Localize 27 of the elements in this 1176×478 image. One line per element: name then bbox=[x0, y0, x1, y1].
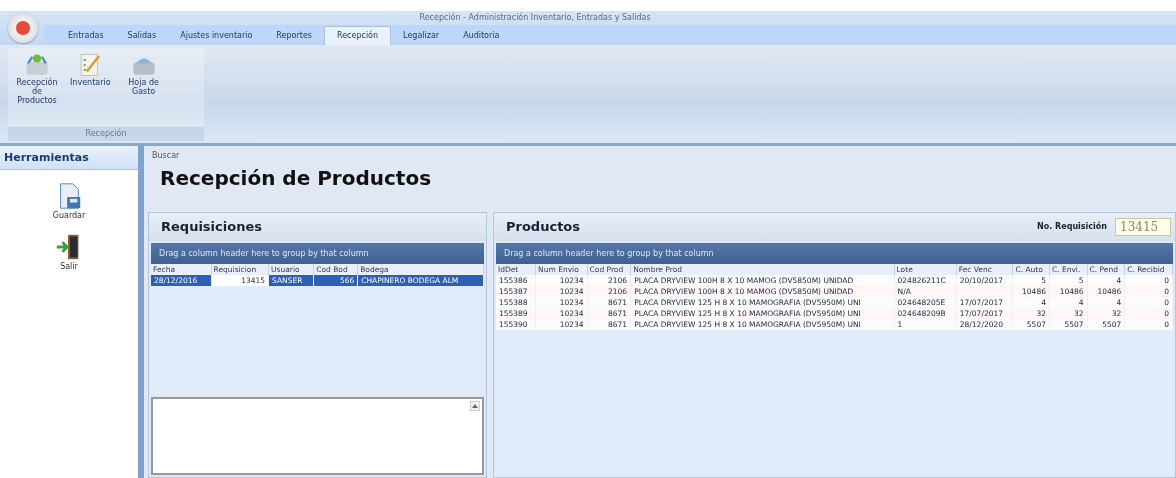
sidebar-title: Herramientas bbox=[0, 146, 138, 170]
panel-title: Requisiciones bbox=[149, 213, 486, 241]
breadcrumb-link[interactable]: Buscar bbox=[148, 146, 1176, 160]
ribbon-group-label: Recepción bbox=[8, 127, 204, 141]
ribbon-tab[interactable]: Reportes bbox=[264, 27, 324, 45]
scroll-up-icon[interactable] bbox=[470, 401, 480, 411]
basket-icon bbox=[24, 52, 50, 78]
text-area[interactable] bbox=[151, 397, 484, 475]
ribbon-button[interactable]: Recepción de Productos bbox=[8, 52, 66, 127]
ribbon-tab[interactable]: Ajustes inventario bbox=[168, 27, 265, 45]
group-by-hint: Drag a column header here to group by that column bbox=[151, 243, 484, 264]
ribbon-tab[interactable]: Auditoria bbox=[451, 27, 512, 45]
ribbon-button[interactable]: Inventario bbox=[66, 52, 115, 127]
ribbon-tab[interactable]: Recepción bbox=[323, 26, 392, 45]
page-title: Recepción de Productos bbox=[159, 165, 433, 192]
ribbon-tab[interactable]: Legalizar bbox=[391, 27, 452, 45]
panel-title: Productos bbox=[506, 218, 582, 236]
field-label: No. Requisición bbox=[1037, 220, 1107, 233]
app-menu-button[interactable] bbox=[8, 13, 38, 43]
sidebar-item[interactable]: Guardar bbox=[46, 180, 92, 221]
sidebar-item[interactable]: Salir bbox=[48, 231, 90, 272]
ribbon-button[interactable]: Hoja de Gasto bbox=[114, 52, 173, 127]
ribbon-tab[interactable]: Entradas bbox=[56, 27, 116, 45]
window-title: Recepción - Administración Inventario, Entradas y Salidas bbox=[418, 11, 652, 24]
ribbon-tab[interactable]: Salidas bbox=[115, 27, 169, 45]
group-by-hint: Drag a column header here to group by that column bbox=[496, 243, 1173, 264]
requisition-field[interactable]: 13415 bbox=[1115, 218, 1171, 236]
